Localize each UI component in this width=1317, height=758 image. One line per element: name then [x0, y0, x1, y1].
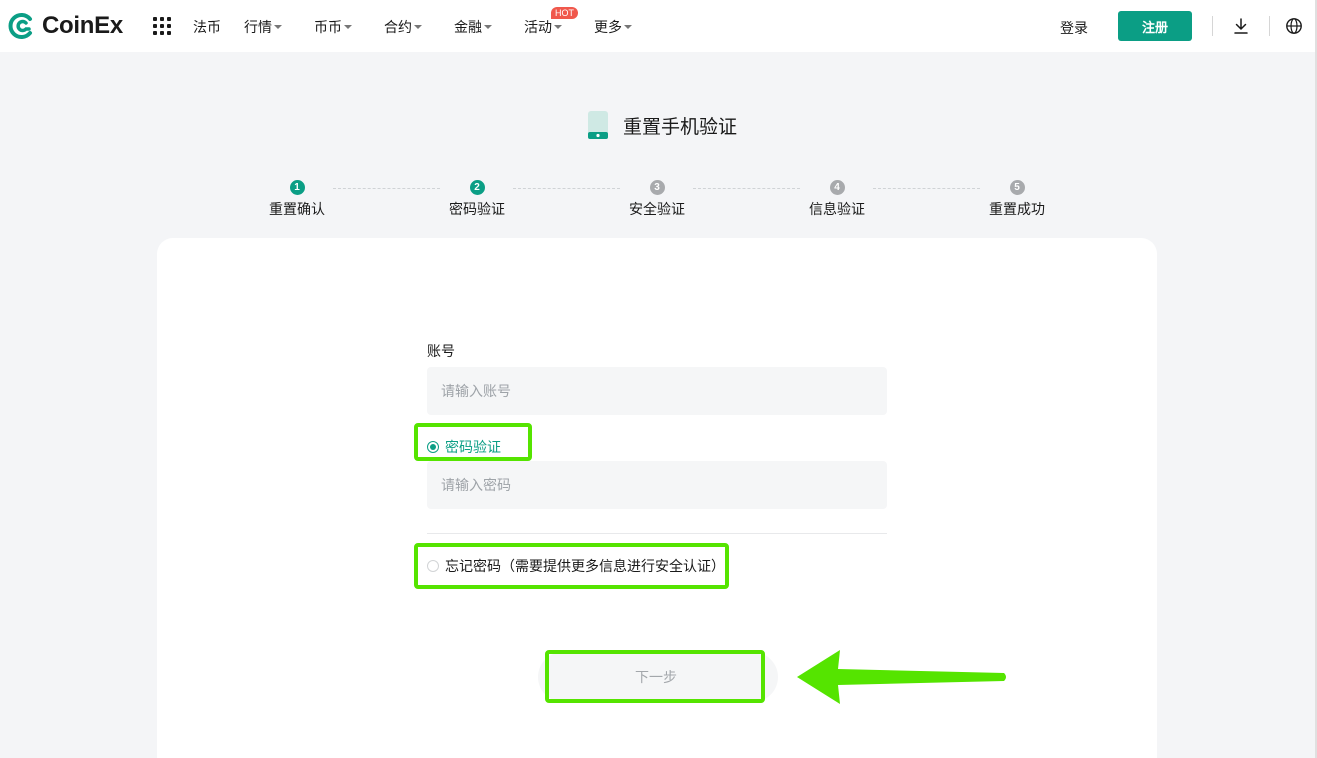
step-number: 5: [1009, 180, 1025, 195]
step-connector: [513, 188, 620, 189]
nav-label: 活动: [524, 20, 552, 36]
step-number: 2: [469, 180, 485, 195]
apps-grid-icon[interactable]: [153, 17, 171, 35]
divider: [1212, 16, 1213, 36]
highlight-box: [545, 650, 765, 703]
step-number: 3: [649, 180, 665, 195]
phone-icon: [588, 111, 608, 139]
nav-finance[interactable]: 金融: [454, 17, 492, 37]
account-input[interactable]: 请输入账号: [427, 367, 887, 415]
caret-down-icon: [554, 25, 562, 29]
pointer-arrow-icon: [797, 650, 1006, 704]
password-placeholder: 请输入密码: [441, 478, 511, 494]
caret-down-icon: [274, 25, 282, 29]
nav-futures[interactable]: 合约: [384, 17, 422, 37]
step-number: 4: [829, 180, 845, 195]
caret-down-icon: [624, 25, 632, 29]
download-icon[interactable]: [1232, 17, 1250, 35]
highlight-box: [414, 423, 532, 461]
coinex-logo-icon: [8, 13, 32, 39]
divider: [1269, 16, 1270, 36]
step-2: 2 密码验证: [437, 180, 517, 219]
step-label: 信息验证: [809, 202, 865, 218]
step-3: 3 安全验证: [617, 180, 697, 219]
globe-icon[interactable]: [1285, 17, 1303, 35]
nav-label: 金融: [454, 20, 482, 36]
caret-down-icon: [344, 25, 352, 29]
caret-down-icon: [484, 25, 492, 29]
highlight-box: [414, 543, 729, 589]
step-connector: [873, 188, 980, 189]
step-label: 重置成功: [989, 202, 1045, 218]
step-connector: [333, 188, 440, 189]
account-label: 账号: [427, 344, 455, 360]
nav-label: 币币: [314, 20, 342, 36]
nav-more[interactable]: 更多: [594, 17, 632, 37]
step-1: 1 重置确认: [257, 180, 337, 219]
nav-spot[interactable]: 币币: [314, 17, 352, 37]
step-number: 1: [289, 180, 305, 195]
account-placeholder: 请输入账号: [441, 384, 511, 400]
top-navbar: CoinEx 法币 行情 币币 合约 金融 活动 HOT 更多 登录 注册: [0, 0, 1317, 52]
nav-fiat[interactable]: 法币: [193, 17, 221, 37]
step-connector: [693, 188, 800, 189]
nav-activities[interactable]: 活动: [524, 17, 562, 37]
nav-markets[interactable]: 行情: [244, 17, 282, 37]
page-title: 重置手机验证: [623, 115, 738, 138]
step-label: 密码验证: [449, 202, 505, 218]
nav-label: 合约: [384, 20, 412, 36]
page-heading: 重置手机验证: [587, 110, 737, 140]
step-label: 安全验证: [629, 202, 685, 218]
nav-label: 更多: [594, 20, 622, 36]
register-button[interactable]: 注册: [1118, 11, 1192, 41]
step-label: 重置确认: [269, 202, 325, 218]
nav-label: 行情: [244, 20, 272, 36]
caret-down-icon: [414, 25, 422, 29]
password-input[interactable]: 请输入密码: [427, 461, 887, 509]
coinex-logo[interactable]: CoinEx: [8, 12, 123, 40]
hot-badge: HOT: [551, 7, 578, 19]
step-5: 5 重置成功: [977, 180, 1057, 219]
nav-label: 法币: [193, 20, 221, 36]
step-4: 4 信息验证: [797, 180, 877, 219]
divider: [427, 533, 887, 534]
login-link[interactable]: 登录: [1060, 18, 1088, 38]
brand-name: CoinEx: [42, 12, 123, 39]
